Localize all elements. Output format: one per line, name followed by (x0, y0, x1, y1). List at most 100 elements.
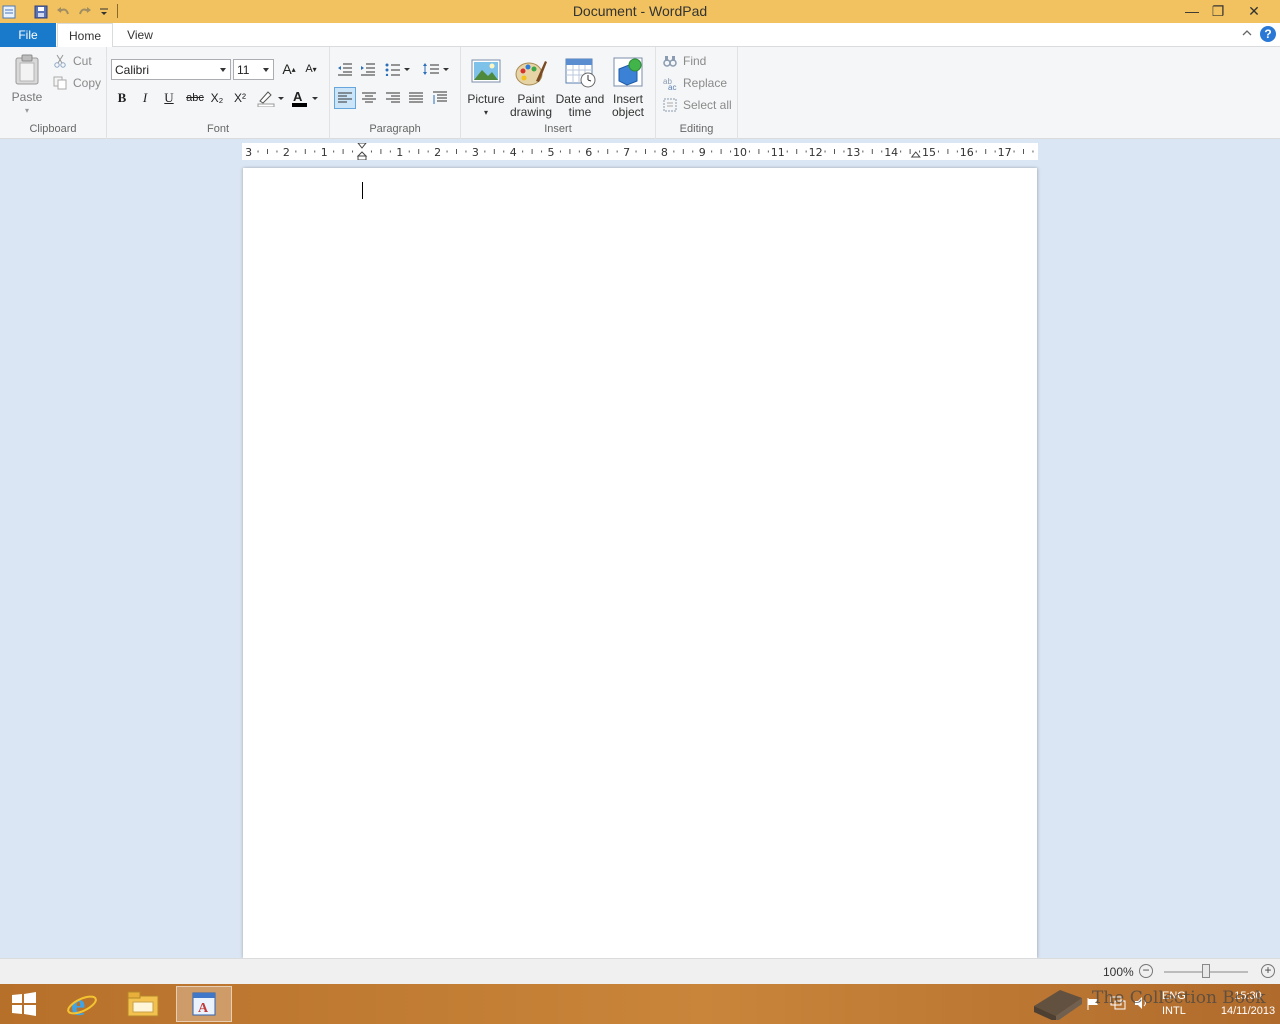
tab-home[interactable]: Home (57, 23, 113, 48)
taskbar-file-explorer[interactable] (115, 986, 171, 1022)
font-family-select[interactable]: Calibri (111, 59, 231, 80)
cut-button[interactable]: Cut (52, 51, 92, 71)
first-line-indent-marker[interactable] (357, 143, 367, 149)
insert-object-label-line2: object (611, 105, 645, 119)
paste-button[interactable]: Paste ▾ (8, 53, 46, 117)
ruler-label: 3 (472, 146, 479, 159)
picture-dropdown-icon: ▾ (483, 108, 488, 117)
subscript-button[interactable]: X₂ (206, 87, 228, 109)
watermark-text: The Collection Book (1092, 988, 1266, 1008)
shrink-font-button[interactable]: A ▾ (300, 58, 322, 80)
start-button[interactable] (0, 986, 48, 1022)
taskbar-internet-explorer[interactable]: e (54, 986, 110, 1022)
highlighter-icon (257, 91, 284, 107)
ruler-label: 10 (733, 146, 747, 159)
picture-label: Picture (467, 92, 505, 106)
date-time-button[interactable]: Date and time (555, 55, 605, 119)
text-color-button[interactable]: A (289, 87, 321, 109)
clipboard-group: Paste ▾ Cut Copy Clipboard (0, 47, 107, 139)
bullet-list-icon (385, 63, 410, 76)
ruler-label: 15 (922, 146, 936, 159)
ribbon: Paste ▾ Cut Copy Clipboard Calibri 11 A ▴ (0, 47, 1280, 139)
ruler-label: 17 (998, 146, 1012, 159)
binoculars-icon (662, 53, 678, 69)
ruler-label: 7 (623, 146, 630, 159)
ruler-label: 6 (585, 146, 592, 159)
restore-button[interactable]: ❐ (1204, 0, 1232, 22)
ruler-label: 5 (548, 146, 555, 159)
ruler-label: 4 (510, 146, 517, 159)
paragraph-group: Paragraph (330, 47, 461, 139)
grow-font-button[interactable]: A ▴ (278, 58, 300, 80)
right-indent-marker[interactable] (910, 151, 921, 158)
ruler-label: 11 (771, 146, 785, 159)
ruler-label: 14 (884, 146, 898, 159)
paste-dropdown-icon[interactable]: ▾ (25, 104, 29, 117)
paragraph-settings-button[interactable] (429, 87, 451, 109)
help-icon[interactable]: ? (1260, 26, 1276, 42)
ruler-label: 2 (283, 146, 290, 159)
decrease-indent-button[interactable] (334, 58, 356, 80)
align-center-icon (362, 92, 376, 103)
paint-drawing-button[interactable]: Paint drawing (509, 55, 553, 119)
document-page[interactable] (243, 168, 1037, 958)
find-button[interactable]: Find (662, 51, 706, 71)
align-right-button[interactable] (382, 87, 404, 109)
ruler-label: 2 (434, 146, 441, 159)
insert-object-button[interactable]: Insert object (607, 55, 649, 119)
start-icon (12, 992, 36, 1016)
font-group-label: Font (206, 123, 229, 135)
justify-button[interactable] (405, 87, 427, 109)
paint-drawing-label-line2: drawing (509, 105, 553, 119)
bold-button[interactable]: B (111, 87, 133, 109)
highlight-color-button[interactable] (255, 87, 287, 109)
picture-button[interactable]: Picture ▾ (465, 55, 507, 119)
replace-button[interactable]: ab ac Replace (662, 73, 727, 93)
editing-group-label: Editing (679, 123, 714, 135)
file-explorer-icon (127, 991, 159, 1017)
paint-palette-icon (515, 61, 547, 86)
align-left-button[interactable] (334, 87, 356, 109)
ruler[interactable]: 3 2 1 1 2 3 4 5 6 7 8 9 10 11 12 13 14 15 16 17 (242, 143, 1038, 160)
taskbar-wordpad[interactable]: A (176, 986, 232, 1022)
wordpad-taskbar-icon: A (192, 992, 216, 1016)
left-indent-marker[interactable] (357, 155, 367, 160)
italic-button[interactable]: I (134, 87, 156, 109)
align-center-button[interactable] (358, 87, 380, 109)
copy-icon (52, 75, 68, 91)
ruler-label: 13 (846, 146, 860, 159)
svg-text:A: A (293, 89, 303, 104)
ruler-label: 1 (321, 146, 328, 159)
tab-file[interactable]: File (0, 23, 56, 47)
superscript-button[interactable]: X² (229, 87, 251, 109)
font-color-icon: A (292, 89, 318, 107)
copy-button[interactable]: Copy (52, 73, 101, 93)
date-time-label-line2: time (568, 105, 592, 119)
bullets-button[interactable] (383, 58, 415, 80)
insert-object-icon (613, 57, 643, 87)
font-family-dropdown-icon (220, 68, 226, 72)
font-size-select[interactable]: 11 (233, 59, 274, 80)
book-logo-icon (1034, 990, 1082, 1020)
scissors-icon (52, 53, 68, 69)
tab-view[interactable]: View (116, 23, 164, 47)
insert-group-label: Insert (544, 123, 572, 135)
underline-button[interactable]: U (158, 87, 180, 109)
ruler-label: 9 (699, 146, 706, 159)
ribbon-tab-bar: File Home View ? (0, 23, 1280, 48)
text-caret (362, 182, 363, 199)
svg-text:A: A (198, 1001, 209, 1016)
font-size-value: 11 (237, 62, 250, 77)
increase-indent-button[interactable] (357, 58, 379, 80)
close-button[interactable]: ✕ (1240, 0, 1268, 22)
svg-text:ac: ac (668, 83, 676, 90)
select-all-icon (662, 97, 678, 113)
ruler-label: 16 (960, 146, 974, 159)
minimize-button[interactable]: — (1178, 0, 1206, 22)
select-all-button[interactable]: Select all (662, 95, 732, 115)
collapse-ribbon-icon[interactable] (1240, 26, 1254, 40)
strikethrough-button[interactable]: abc (182, 87, 208, 109)
line-spacing-button[interactable] (421, 58, 453, 80)
hanging-indent-marker[interactable] (356, 151, 368, 157)
ruler-label: 3 (245, 146, 252, 159)
